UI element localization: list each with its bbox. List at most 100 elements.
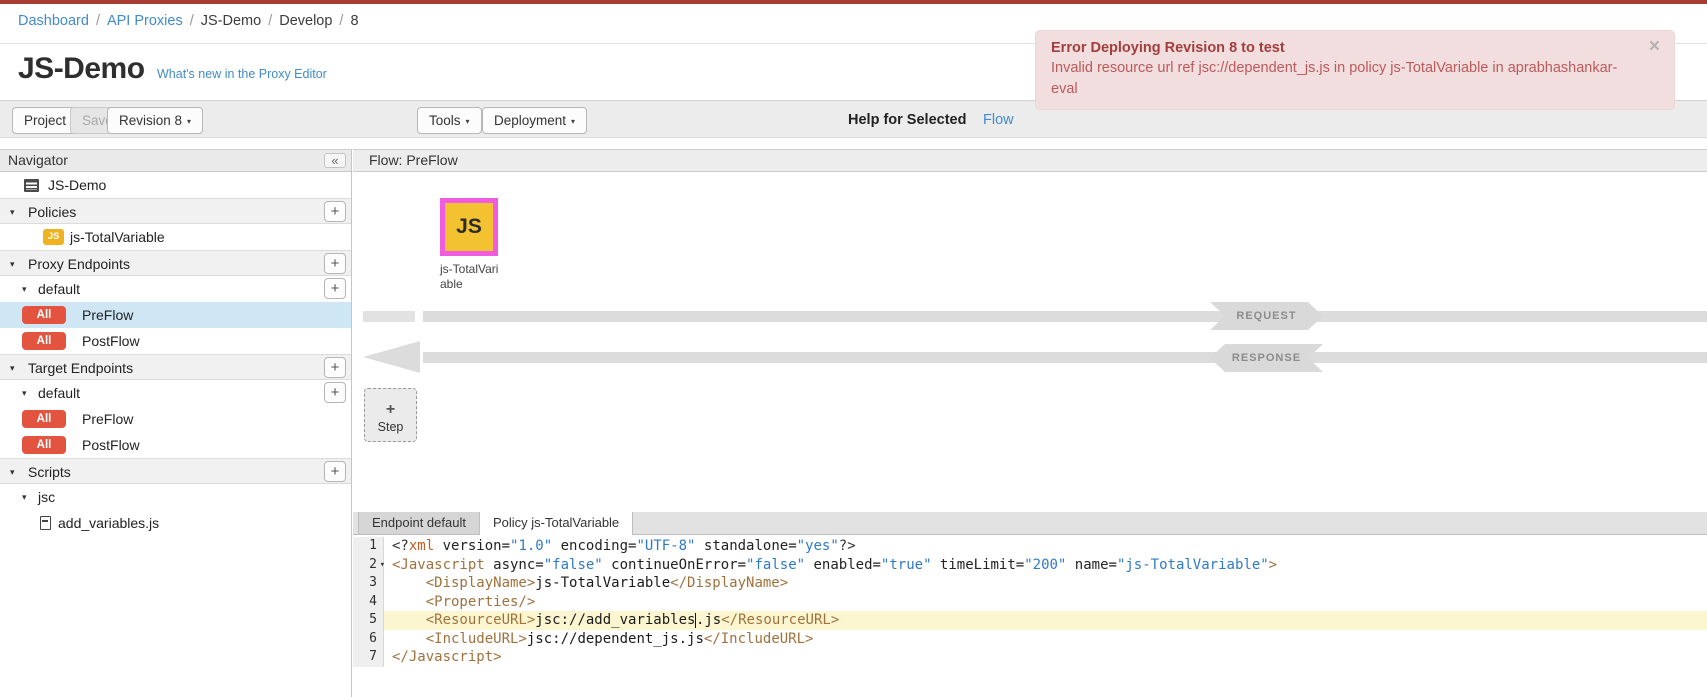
deployment-button[interactable]: Deployment▾ — [482, 107, 587, 134]
whats-new-link[interactable]: What's new in the Proxy Editor — [157, 67, 327, 81]
sidebar-item-js-totalvariable[interactable]: JS js-TotalVariable — [0, 224, 351, 250]
line-gutter: 5 — [353, 611, 384, 630]
fold-caret-icon[interactable]: ▾ — [380, 556, 385, 575]
sidebar-section-proxy-endpoints[interactable]: ▾ Proxy Endpoints + — [0, 250, 351, 276]
sidebar-item-target-postflow[interactable]: All PostFlow — [0, 432, 351, 458]
breadcrumb-dashboard[interactable]: Dashboard — [18, 13, 89, 29]
tab-endpoint-default[interactable]: Endpoint default — [358, 512, 480, 534]
js-policy-node-label: js-TotalVariable — [440, 262, 502, 292]
revision-button[interactable]: Revision 8 ▾ — [107, 107, 203, 134]
sidebar-section-policies[interactable]: ▾ Policies + — [0, 198, 351, 224]
revision-button-label: Revision 8 — [119, 113, 182, 128]
code-line[interactable]: 5 <ResourceURL>jsc://add_variables.js</R… — [353, 611, 1707, 630]
flow-help-link[interactable]: Flow — [983, 112, 1014, 128]
code-line-text[interactable]: <Javascript async="false" continueOnErro… — [384, 556, 1707, 575]
sidebar-item-label: js-TotalVariable — [70, 229, 165, 245]
breadcrumb: Dashboard/API Proxies/JS-Demo/Develop/8 — [18, 13, 359, 29]
breadcrumb-separator: / — [268, 13, 272, 29]
add-script-button[interactable]: + — [324, 461, 346, 482]
code-line[interactable]: 4 <Properties/> — [353, 593, 1707, 612]
page-title: JS-Demo — [18, 52, 145, 86]
sidebar-item-target-preflow[interactable]: All PreFlow — [0, 406, 351, 432]
sidebar-item-label: JS-Demo — [48, 177, 106, 193]
line-number: 1 — [353, 537, 383, 556]
breadcrumb-proxy-name: JS-Demo — [201, 13, 261, 29]
breadcrumb-separator: / — [339, 13, 343, 29]
code-line[interactable]: 1<?xml version="1.0" encoding="UTF-8" st… — [353, 537, 1707, 556]
project-button-label: Project — [24, 113, 66, 128]
all-badge: All — [22, 306, 66, 324]
line-gutter: 4 — [353, 593, 384, 612]
sidebar-item-target-default[interactable]: ▾ default + — [0, 380, 351, 406]
section-label: Proxy Endpoints — [28, 256, 130, 272]
sidebar-item-proxy-postflow[interactable]: All PostFlow — [0, 328, 351, 354]
add-flow-button[interactable]: + — [324, 278, 346, 299]
caret-down-icon: ▾ — [187, 117, 191, 126]
line-gutter: 2▾ — [353, 556, 384, 575]
code-line[interactable]: 3 <DisplayName>js-TotalVariable</Display… — [353, 574, 1707, 593]
caret-down-icon: ▾ — [10, 251, 15, 277]
code-line-text[interactable]: <DisplayName>js-TotalVariable</DisplayNa… — [384, 574, 1707, 593]
response-flow-line — [423, 352, 1707, 363]
navigator-header: Navigator « — [0, 149, 351, 172]
sidebar-item-label: default — [38, 385, 80, 401]
code-line[interactable]: 6 <IncludeURL>jsc://dependent_js.js</Inc… — [353, 630, 1707, 649]
sidebar-section-target-endpoints[interactable]: ▾ Target Endpoints + — [0, 354, 351, 380]
code-editor-panel: Endpoint default Policy js-TotalVariable… — [353, 512, 1707, 697]
tab-policy-js-totalvariable[interactable]: Policy js-TotalVariable — [480, 512, 633, 535]
collapse-sidebar-icon[interactable]: « — [324, 153, 346, 168]
section-label: Policies — [28, 204, 76, 220]
line-number: 4 — [353, 593, 383, 612]
add-target-endpoint-button[interactable]: + — [324, 357, 346, 378]
flow-panel-title: Flow: PreFlow — [369, 152, 458, 168]
js-policy-node-glyph: JS — [445, 203, 493, 251]
breadcrumb-api-proxies[interactable]: API Proxies — [107, 13, 183, 29]
line-gutter: 3 — [353, 574, 384, 593]
breadcrumb-separator: / — [96, 13, 100, 29]
close-icon[interactable]: × — [1649, 37, 1660, 56]
title-row: JS-Demo What's new in the Proxy Editor — [18, 52, 327, 86]
code-line[interactable]: 2▾<Javascript async="false" continueOnEr… — [353, 556, 1707, 575]
caret-down-icon: ▾ — [22, 484, 27, 510]
code-line-text[interactable]: <Properties/> — [384, 593, 1707, 612]
code-line-text[interactable]: </Javascript> — [384, 648, 1707, 667]
sidebar-item-add-variables-js[interactable]: add_variables.js — [0, 510, 351, 536]
all-badge: All — [22, 436, 66, 454]
navigator-title: Navigator — [8, 152, 68, 168]
tools-button[interactable]: Tools▾ — [417, 107, 482, 134]
breadcrumb-develop: Develop — [279, 13, 332, 29]
deployment-button-label: Deployment — [494, 113, 566, 128]
line-number: 5 — [353, 611, 383, 630]
line-number: 7 — [353, 648, 383, 667]
request-flow-line-start — [363, 311, 415, 322]
add-proxy-endpoint-button[interactable]: + — [324, 253, 346, 274]
code-lines[interactable]: 1<?xml version="1.0" encoding="UTF-8" st… — [353, 535, 1707, 667]
sidebar-item-js-demo[interactable]: JS-Demo — [0, 172, 351, 198]
sidebar-item-label: jsc — [38, 489, 55, 505]
caret-down-icon: ▾ — [10, 355, 15, 381]
all-badge: All — [22, 332, 66, 350]
sidebar-item-label: PreFlow — [82, 307, 133, 323]
caret-down-icon: ▾ — [22, 276, 27, 302]
sidebar-item-jsc-folder[interactable]: ▾ jsc — [0, 484, 351, 510]
sidebar-item-label: default — [38, 281, 80, 297]
code-line-text[interactable]: <ResourceURL>jsc://add_variables.js</Res… — [384, 611, 1707, 630]
add-policy-button[interactable]: + — [324, 201, 346, 222]
code-line-text[interactable]: <?xml version="1.0" encoding="UTF-8" sta… — [384, 537, 1707, 556]
caret-down-icon: ▾ — [466, 117, 470, 126]
sidebar-item-proxy-preflow[interactable]: All PreFlow — [0, 302, 351, 328]
sidebar-section-scripts[interactable]: ▾ Scripts + — [0, 458, 351, 484]
response-arrow-icon — [363, 341, 420, 373]
add-flow-button[interactable]: + — [324, 382, 346, 403]
add-step-button[interactable]: + Step — [364, 388, 417, 442]
js-policy-badge: JS — [43, 229, 64, 245]
js-policy-node[interactable]: JS — [440, 198, 498, 256]
code-line[interactable]: 7</Javascript> — [353, 648, 1707, 667]
sidebar-item-label: add_variables.js — [58, 515, 159, 531]
line-gutter: 6 — [353, 630, 384, 649]
breadcrumb-separator: / — [190, 13, 194, 29]
add-step-button-label: Step — [365, 419, 416, 435]
sidebar-item-proxy-default[interactable]: ▾ default + — [0, 276, 351, 302]
error-notification: Error Deploying Revision 8 to test Inval… — [1035, 30, 1675, 110]
code-line-text[interactable]: <IncludeURL>jsc://dependent_js.js</Inclu… — [384, 630, 1707, 649]
